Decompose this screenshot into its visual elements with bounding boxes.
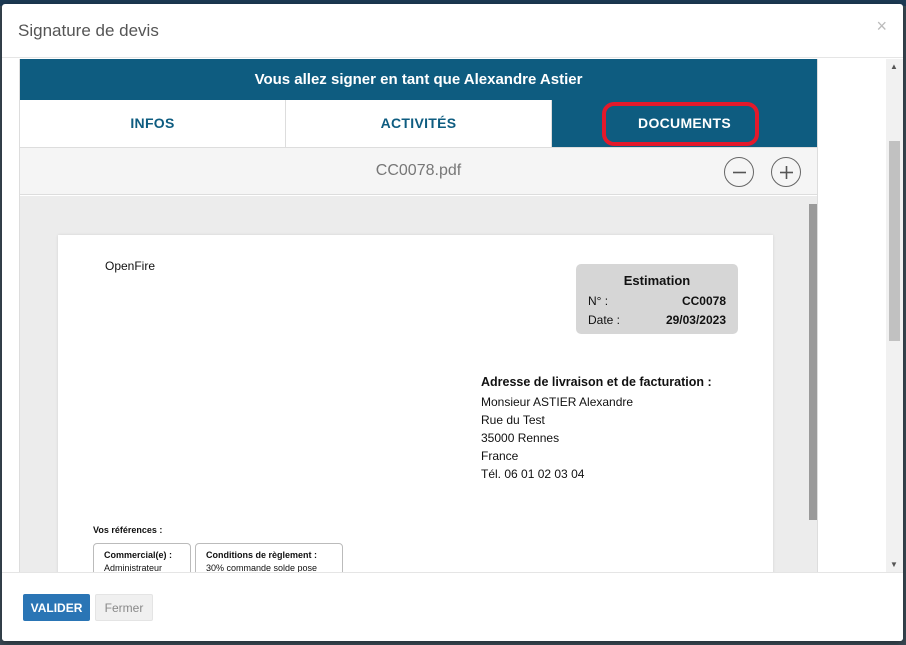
reference-value: Administrateur [104, 563, 163, 572]
modal-title: Signature de devis [18, 21, 159, 40]
pdf-toolbar: CC0078.pdf [20, 148, 817, 195]
signature-modal: Signature de devis × Vous allez signer e… [2, 4, 903, 641]
zoom-in-button[interactable] [771, 157, 801, 187]
close-icon[interactable]: × [876, 16, 887, 37]
address-line: France [481, 449, 519, 463]
references-label: Vos références : [93, 525, 163, 535]
address-heading: Adresse de livraison et de facturation : [481, 375, 712, 389]
estimate-number: CC0078 [681, 294, 726, 308]
reference-heading: Conditions de règlement : [206, 550, 318, 560]
reference-box-payment: Conditions de règlement : 30% commande s… [195, 543, 343, 572]
signature-panel: Vous allez signer en tant que Alexandre … [19, 59, 818, 572]
address-line: Tél. 06 01 02 03 04 [481, 467, 585, 481]
reference-box-commercial: Commercial(e) : Administrateur [93, 543, 191, 572]
estimate-title: Estimation [623, 273, 691, 288]
modal-header: Signature de devis × [2, 4, 903, 58]
estimate-date-label: Date : [588, 313, 621, 327]
estimate-date: 29/03/2023 [665, 313, 726, 327]
address-line: Rue du Test [481, 413, 545, 427]
scrollbar-thumb[interactable] [889, 141, 900, 341]
estimate-number-label: N° : [588, 294, 609, 308]
viewer-scrollbar[interactable] [809, 204, 817, 520]
scroll-down-icon[interactable]: ▼ [890, 560, 898, 569]
reference-value: 30% commande solde pose [206, 563, 318, 572]
tab-documents[interactable]: DOCUMENTS [552, 100, 817, 147]
pdf-page: OpenFire Estimation N° : CC0078 Date : 2… [58, 235, 773, 572]
tab-activites[interactable]: ACTIVITÉS [286, 100, 552, 147]
minus-icon [733, 171, 746, 174]
reference-heading: Commercial(e) : [104, 550, 173, 560]
pdf-filename: CC0078.pdf [375, 162, 462, 179]
highlight-annotation [602, 102, 759, 146]
tab-bar: INFOS ACTIVITÉS DOCUMENTS [20, 100, 817, 148]
company-name: OpenFire [105, 259, 156, 273]
tab-infos[interactable]: INFOS [20, 100, 286, 147]
scroll-up-icon[interactable]: ▲ [890, 62, 898, 71]
estimate-box: Estimation N° : CC0078 Date : 29/03/2023 [576, 264, 738, 334]
signer-banner: Vous allez signer en tant que Alexandre … [20, 59, 817, 100]
modal-footer: VALIDER Fermer [2, 572, 903, 641]
address-line: Monsieur ASTIER Alexandre [481, 395, 634, 409]
modal-body: Vous allez signer en tant que Alexandre … [2, 59, 903, 572]
zoom-out-button[interactable] [724, 157, 754, 187]
close-button[interactable]: Fermer [95, 594, 153, 621]
modal-scrollbar[interactable]: ▲ ▼ [886, 59, 903, 572]
validate-button[interactable]: VALIDER [23, 594, 90, 621]
pdf-viewer[interactable]: OpenFire Estimation N° : CC0078 Date : 2… [20, 196, 817, 572]
plus-icon [780, 166, 793, 179]
address-block: Adresse de livraison et de facturation :… [481, 373, 712, 483]
address-line: 35000 Rennes [481, 431, 560, 445]
